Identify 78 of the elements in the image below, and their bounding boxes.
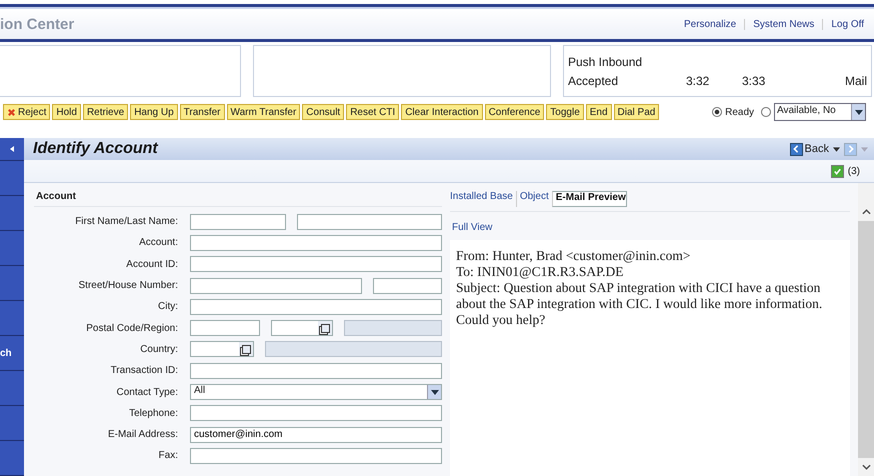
section-heading: Account [34,191,442,207]
interaction-status: Push Inbound [568,55,644,69]
radio-button[interactable] [761,107,771,117]
input-field[interactable] [190,448,442,464]
email-line: To: ININ01@C1R.R3.SAP.DE [456,264,625,280]
interaction-state: Accepted [568,74,620,88]
toolbar-button[interactable]: Reject [3,104,50,120]
page-title: Identify Account [33,140,158,158]
field-label: Contact Type: [115,386,179,398]
input-field[interactable] [190,278,362,294]
tab[interactable]: E-Mail Preview [552,191,627,207]
input-field[interactable] [271,320,333,336]
input-field[interactable] [373,278,442,294]
toolbar-button[interactable]: Dial Pad [614,104,660,120]
toolbar-button[interactable]: End [586,104,612,120]
field-label: Country: [139,344,179,355]
close-icon [7,108,16,116]
input-field[interactable] [190,214,286,230]
header-link[interactable]: Log Off [822,18,864,30]
start-time: 3:32 [686,74,710,88]
toolbar-button[interactable]: Clear Interaction [401,104,483,120]
field-label: Account: [138,237,179,248]
collapse-icon[interactable] [10,146,14,152]
email-line: Subject: Question about SAP integration with CICI have a question about the SAP integration with CIC. I would like more information. Could you help? [456,280,824,328]
value-help-icon[interactable] [242,344,250,354]
tab[interactable]: Object [516,191,549,207]
field-label: Account ID: [125,258,179,270]
end-time: 3:33 [742,74,766,88]
header-link[interactable]: Personalize [684,18,736,30]
email-line: From: Hunter, Brad <customer@inin.com> [456,248,692,264]
toolbar-button[interactable]: Reset CTI [346,104,400,120]
scroll-up-icon[interactable] [862,209,870,215]
forward-icon[interactable] [844,142,857,156]
input-field[interactable] [190,320,260,336]
status-dropdown[interactable]: Available, No [774,103,866,121]
field-label: Street/House Number: [78,280,179,292]
tab[interactable]: Installed Base [450,191,513,207]
toolbar-button[interactable]: Transfer [180,104,225,120]
checkbox[interactable] [830,164,844,178]
scroll-down-icon[interactable] [862,464,870,470]
full-view-link[interactable]: Full View [452,222,850,233]
check-icon [832,166,842,176]
back-button[interactable]: Back [790,142,829,156]
channel-label: Mail [844,74,868,88]
radio-label: Ready [725,106,754,118]
caret-icon[interactable] [833,146,840,152]
toolbar-button[interactable]: Conference [484,104,544,120]
sidebar-item[interactable]: ch [0,348,12,358]
input-field[interactable] [190,298,442,315]
field-label: Transaction ID: [110,365,179,376]
toolbar-button[interactable]: Hang Up [130,104,178,120]
caret-icon [430,390,438,395]
app-title: ion Center [0,16,74,32]
input-field[interactable] [190,234,442,251]
field-label: Fax: [158,450,179,462]
radio-button[interactable] [712,107,722,117]
field-label: City: [157,301,179,312]
toolbar-button[interactable]: Toggle [546,104,584,120]
caret-icon [854,110,862,114]
input-field[interactable] [190,341,254,358]
header-link[interactable]: System News [744,18,814,30]
scrollbar[interactable] [858,183,874,476]
field-label: E-Mail Address: [106,429,179,440]
toolbar-button[interactable]: Consult [302,104,344,120]
field-label: Telephone: [128,408,179,419]
input-field[interactable] [297,214,442,230]
input-field[interactable]: customer@inin.com [190,426,442,443]
value-help-icon[interactable] [320,324,330,333]
toolbar-button[interactable]: Warm Transfer [226,104,300,120]
input-field[interactable] [190,362,442,379]
field-label: First Name/Last Name: [74,216,179,228]
item-count: (3) [848,166,860,176]
toolbar-button[interactable]: Hold [52,104,81,120]
input-field[interactable] [190,405,442,422]
input-field[interactable] [190,256,442,272]
field-label: Postal Code/Region: [85,322,179,334]
contact-type-dropdown[interactable]: All [190,384,442,400]
toolbar-button[interactable]: Retrieve [82,104,128,120]
